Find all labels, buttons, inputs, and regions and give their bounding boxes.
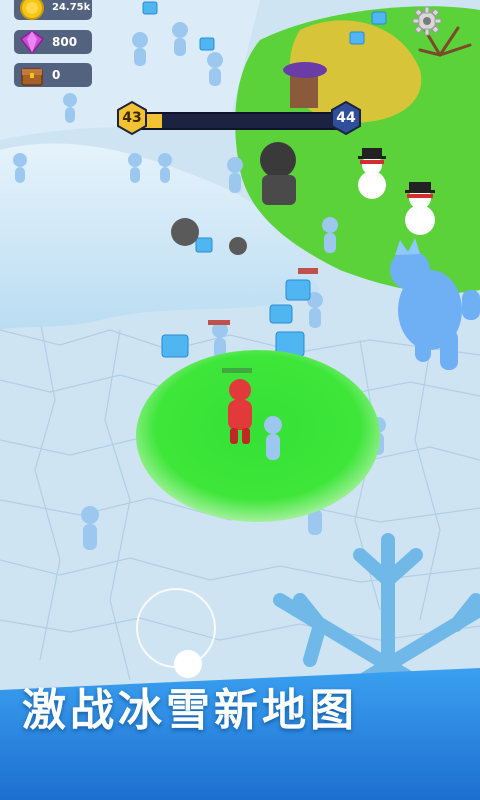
- settings-button[interactable]: [410, 4, 444, 38]
- gem-counter: 800: [14, 30, 92, 55]
- chest-amount: 0: [52, 68, 61, 82]
- ice-cube: [349, 31, 365, 45]
- coin-counter: 24.75k: [14, 0, 92, 20]
- ice-cube: [161, 334, 189, 358]
- coin-icon: [20, 0, 44, 20]
- ice-cube: [199, 37, 215, 51]
- current-level-badge: 43: [114, 100, 150, 136]
- ice-cube: [142, 1, 158, 15]
- joystick-knob[interactable]: [174, 650, 202, 678]
- ally-figure: [264, 416, 282, 460]
- chest-icon: [21, 68, 43, 86]
- settings-gear-icon: [412, 6, 442, 36]
- chest-counter: 0: [14, 63, 92, 87]
- gem-amount: 800: [52, 35, 78, 49]
- ice-cube: [285, 279, 311, 301]
- level-progress-bar: [136, 112, 340, 130]
- current-level-number: 43: [122, 110, 142, 126]
- next-level-badge: 44: [328, 100, 364, 136]
- promo-banner-text: 激战冰雪新地图: [22, 685, 358, 736]
- safe-zone: [136, 350, 380, 522]
- ice-cube: [195, 237, 213, 253]
- coin-amount: 24.75k: [52, 2, 91, 13]
- next-level-number: 44: [336, 110, 356, 126]
- ice-cube: [269, 304, 293, 324]
- enemy-figure: [81, 506, 99, 550]
- ice-cube: [371, 11, 387, 25]
- gem-icon: [19, 30, 45, 55]
